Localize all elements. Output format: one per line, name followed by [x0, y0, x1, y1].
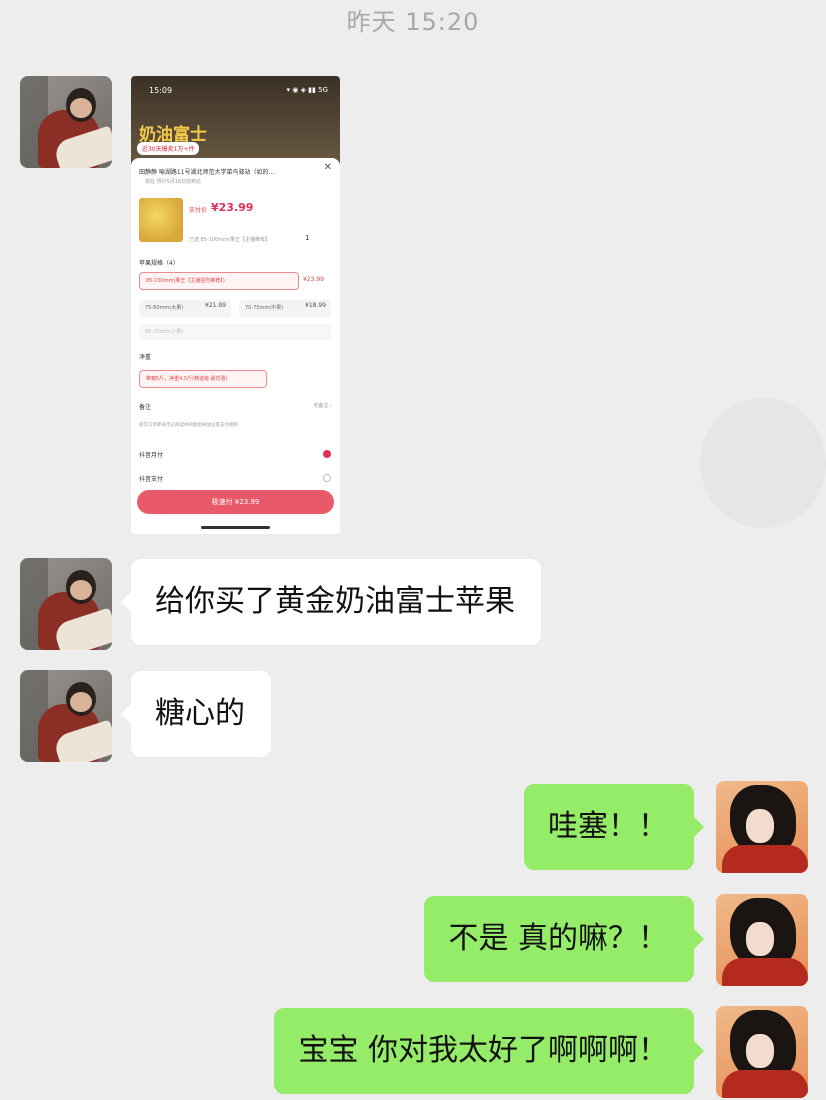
screenshot-address-sub: 现在 预计5月16日前到达 — [145, 179, 202, 185]
screenshot-price: ¥23.99 — [211, 201, 254, 214]
screenshot-status-icons: ▾ ◉ ◈ ▮▮ 5G — [286, 86, 329, 94]
spec-option-price: ¥23.99 — [303, 276, 324, 283]
screenshot-spec-title: 苹果规格（4） — [139, 260, 179, 267]
chat-timestamp: 昨天 15:20 — [346, 8, 480, 36]
radio-checked-icon — [323, 450, 331, 458]
screenshot-status-time: 15:09 — [149, 86, 173, 95]
message-bubble-received[interactable]: 给你买了黄金奶油富士苹果 — [121, 559, 541, 645]
contact-avatar[interactable] — [20, 670, 112, 762]
shared-screenshot-image[interactable]: 15:09 ▾ ◉ ◈ ▮▮ 5G 奶油富士 近30天爆卖1万+件 ✕ 田静静 … — [131, 76, 340, 534]
message-bubble-sent[interactable]: 不是 真的嘛？！ — [424, 896, 704, 982]
spec-option: 60-70mm(小果) — [139, 324, 331, 340]
radio-unchecked-icon — [323, 474, 331, 482]
message-bubble-sent[interactable]: 宝宝 你对我太好了啊啊啊！ — [274, 1008, 704, 1094]
spec-option-price: ¥21.99 — [205, 302, 226, 309]
product-thumbnail — [139, 198, 183, 242]
my-avatar[interactable] — [716, 781, 808, 873]
screenshot-net-weight-title: 净重 — [139, 354, 152, 361]
my-avatar[interactable] — [716, 894, 808, 986]
spec-option-price: ¥18.99 — [305, 302, 326, 309]
spec-option: 85-100mm(果王【主播强烈推荐】) — [139, 272, 299, 290]
screenshot-selected-text: 已选 85-100mm(果王【主播推荐】 — [189, 237, 270, 243]
contact-avatar[interactable] — [20, 558, 112, 650]
message-bubble-received[interactable]: 糖心的 — [121, 671, 271, 757]
screenshot-address: 田静静 喻湖路11号湖北师范大学菜鸟驿站（如的… — [139, 169, 275, 176]
close-icon: ✕ — [323, 162, 332, 173]
screenshot-home-bar — [201, 526, 270, 529]
screenshot-pay-option-2: 抖音支付 — [139, 476, 164, 483]
my-avatar[interactable] — [716, 1006, 808, 1098]
screenshot-note-hint: 无备注 › — [313, 403, 332, 409]
screenshot-pay-option-1: 抖音月付 — [139, 452, 164, 459]
contact-avatar[interactable] — [20, 76, 112, 168]
screenshot-quantity: 1 — [305, 234, 310, 242]
screenshot-pay-button: 极速付 ¥23.99 — [137, 490, 334, 514]
message-bubble-sent[interactable]: 哇塞！！ — [524, 784, 704, 870]
screenshot-agree-text: 提交订单即表示已阅读并同意相关协议及支付规则 — [139, 423, 238, 428]
screenshot-promo-badge: 近30天爆卖1万+件 — [137, 142, 200, 155]
net-weight-option: 带箱5斤，净重4.5斤(精选级 最优惠) — [139, 370, 267, 388]
screenshot-price-label: 实付价 — [189, 207, 208, 214]
floating-overlay — [700, 398, 826, 528]
screenshot-note-title: 备注 — [139, 404, 152, 411]
